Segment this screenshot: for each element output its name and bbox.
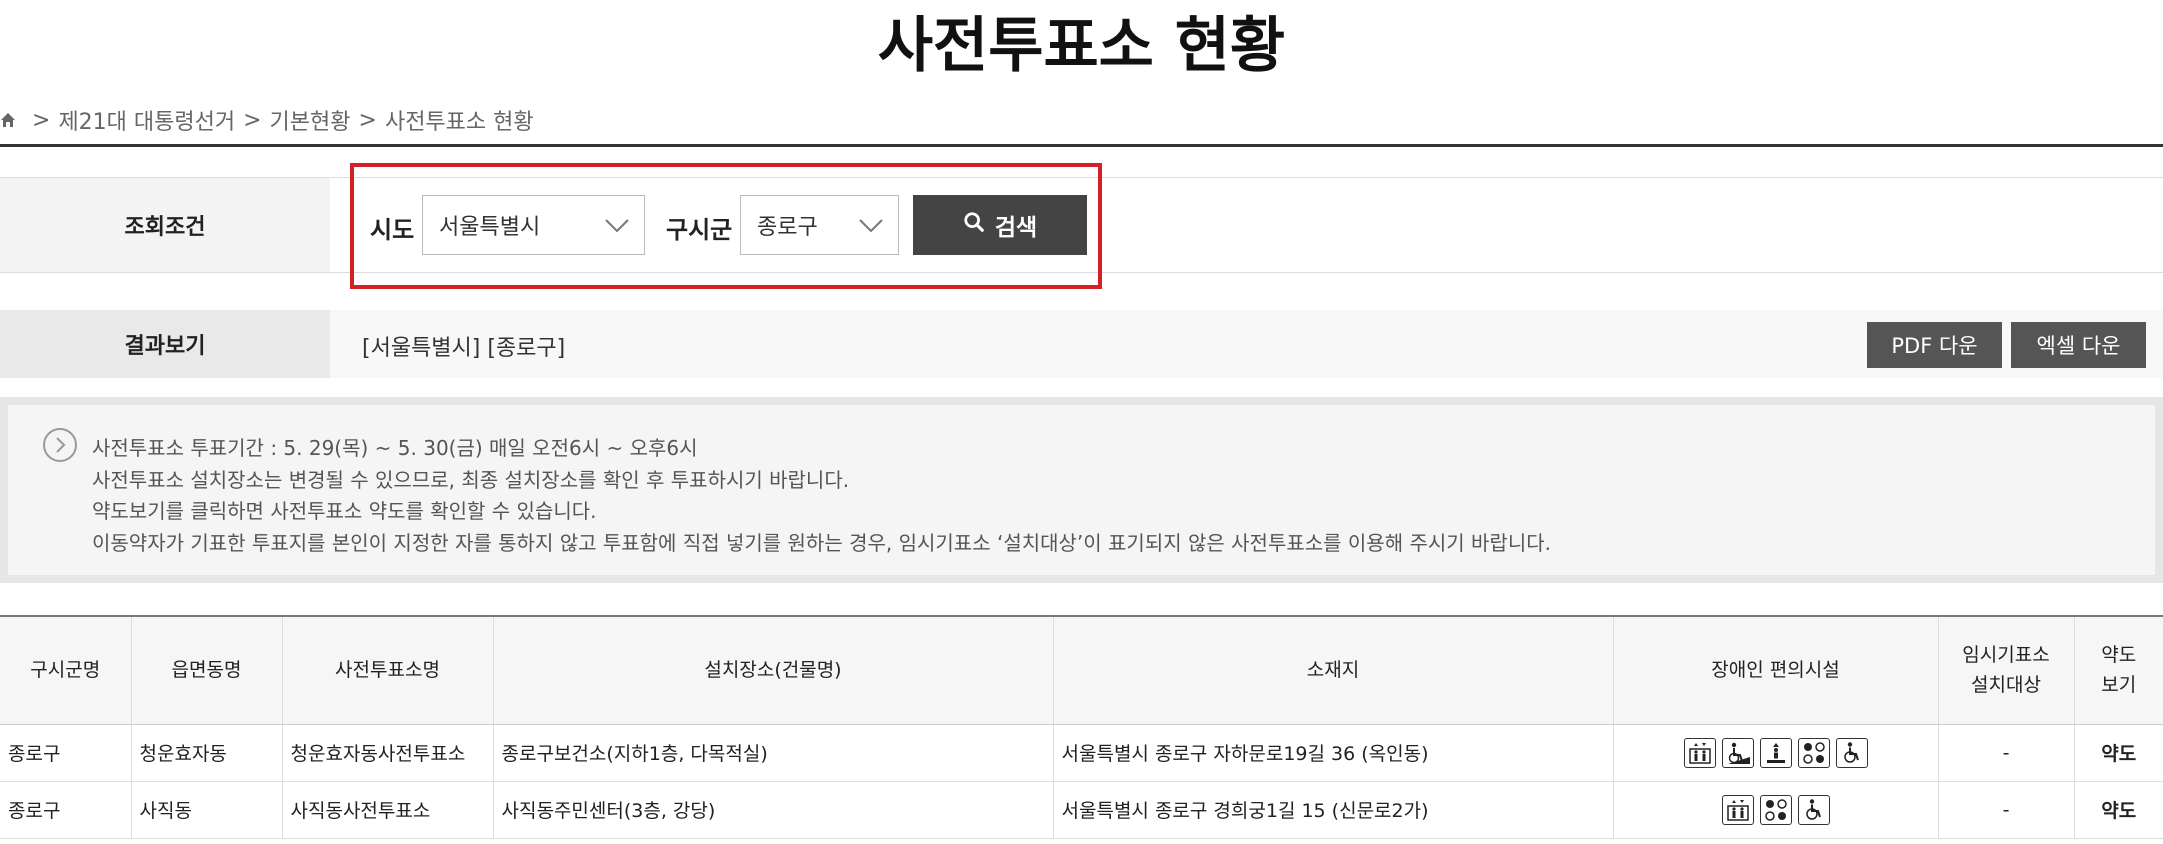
search-icon	[963, 211, 985, 239]
breadcrumb-item-election[interactable]: 제21대 대통령선거	[58, 104, 235, 136]
breadcrumb-item-basic[interactable]: 기본현황	[270, 104, 351, 136]
cell-place: 사직동주민센터(3층, 강당)	[493, 781, 1054, 839]
page-title: 사전투표소 현황	[877, 11, 1286, 81]
result-label: 결과보기	[0, 310, 330, 378]
chevron-right-circle-icon	[42, 427, 78, 463]
breadcrumb-separator: >	[243, 107, 262, 133]
polling-station-table: 구시군명 읍면동명 사전투표소명 설치장소(건물명) 소재지 장애인 편의시설 …	[0, 615, 2163, 839]
notice-line: 사전투표소 투표기간 : 5. 29(목) ~ 5. 30(금) 매일 오전6시…	[92, 436, 698, 460]
result-panel: 결과보기 [서울특별시] [종로구]	[0, 310, 2163, 378]
cell-gu: 종로구	[0, 724, 132, 782]
header-address: 소재지	[1053, 615, 1614, 725]
excel-download-button[interactable]: 엑셀 다운	[2011, 322, 2146, 368]
header-dong: 읍면동명	[131, 615, 283, 725]
map-link[interactable]: 약도	[2074, 724, 2163, 782]
sido-select[interactable]: 서울특별시	[422, 195, 645, 255]
table-row: 종로구 청운효자동 청운효자동사전투표소 종로구보건소(지하1층, 다목적실) …	[0, 724, 2163, 782]
cell-station: 사직동사전투표소	[282, 781, 494, 839]
header-gu: 구시군명	[0, 615, 132, 725]
header-temp-booth: 임시기표소 설치대상	[1938, 615, 2075, 725]
chevron-down-icon	[858, 214, 884, 236]
breadcrumb-separator: >	[32, 107, 51, 133]
braille-icon	[1797, 737, 1830, 768]
notice-line: 사전투표소 설치장소는 변경될 수 있으므로, 최종 설치장소를 확인 후 투표…	[92, 467, 850, 492]
elevator-icon	[1721, 794, 1754, 825]
table-row: 종로구 사직동 사직동사전투표소 사직동주민센터(3층, 강당) 서울특별시 종…	[0, 781, 2163, 839]
cell-dong: 청운효자동	[131, 724, 283, 782]
notice-line: 약도보기를 클릭하면 사전투표소 약도를 확인할 수 있습니다.	[92, 499, 597, 523]
cell-address: 서울특별시 종로구 경희궁1길 15 (신문로2가)	[1053, 781, 1614, 839]
notice-box: 사전투표소 투표기간 : 5. 29(목) ~ 5. 30(금) 매일 오전6시…	[0, 397, 2163, 583]
pdf-download-button[interactable]: PDF 다운	[1867, 322, 2002, 368]
table-header-row: 구시군명 읍면동명 사전투표소명 설치장소(건물명) 소재지 장애인 편의시설 …	[0, 615, 2163, 725]
wheelchair-icon	[1797, 794, 1830, 825]
condition-label: 조회조건	[0, 178, 330, 272]
notice-line: 이동약자가 기표한 투표지를 본인이 지정한 자를 통하지 않고 투표함에 직접…	[92, 530, 1551, 555]
cell-gu: 종로구	[0, 781, 132, 839]
gu-label: 구시군	[666, 216, 733, 244]
home-icon[interactable]	[0, 112, 16, 128]
header-temp-line2: 설치대상	[1971, 674, 2041, 697]
braille-icon	[1759, 794, 1792, 825]
header-temp-line1: 임시기표소	[1962, 644, 2050, 667]
wheelchair-icon	[1835, 737, 1868, 768]
cell-address: 서울특별시 종로구 자하문로19길 36 (옥인동)	[1053, 724, 1614, 782]
breadcrumb-item-current: 사전투표소 현황	[384, 110, 534, 135]
cell-facility	[1613, 724, 1939, 782]
notice-text: 사전투표소 투표기간 : 5. 29(목) ~ 5. 30(금) 매일 오전6시…	[92, 433, 1551, 559]
search-button-label: 검색	[994, 215, 1038, 241]
lift-icon	[1759, 737, 1792, 768]
gu-select[interactable]: 종로구	[740, 195, 899, 255]
chevron-down-icon	[604, 214, 630, 236]
wheelchair-ramp-icon	[1721, 737, 1754, 768]
result-summary: [서울특별시] [종로구]	[362, 336, 566, 361]
search-button[interactable]: 검색	[913, 195, 1087, 255]
header-map-line1: 약도	[2101, 644, 2137, 667]
cell-temp-booth: -	[1938, 781, 2075, 839]
cell-place: 종로구보건소(지하1층, 다목적실)	[493, 724, 1054, 782]
header-map: 약도 보기	[2074, 615, 2163, 725]
sido-label: 시도	[370, 216, 415, 244]
gu-select-value: 종로구	[757, 215, 818, 240]
cell-station: 청운효자동사전투표소	[282, 724, 494, 782]
cell-dong: 사직동	[131, 781, 283, 839]
breadcrumb: > 제21대 대통령선거 > 기본현황 > 사전투표소 현황	[0, 104, 534, 136]
map-link[interactable]: 약도	[2074, 781, 2163, 839]
sido-select-value: 서울특별시	[439, 215, 541, 240]
header-map-line2: 보기	[2101, 674, 2137, 697]
cell-temp-booth: -	[1938, 724, 2075, 782]
title-divider	[0, 144, 2163, 147]
breadcrumb-separator: >	[358, 107, 377, 133]
header-place: 설치장소(건물명)	[493, 615, 1054, 725]
header-station: 사전투표소명	[282, 615, 494, 725]
elevator-icon	[1683, 737, 1716, 768]
cell-facility	[1613, 781, 1939, 839]
header-facility: 장애인 편의시설	[1613, 615, 1939, 725]
